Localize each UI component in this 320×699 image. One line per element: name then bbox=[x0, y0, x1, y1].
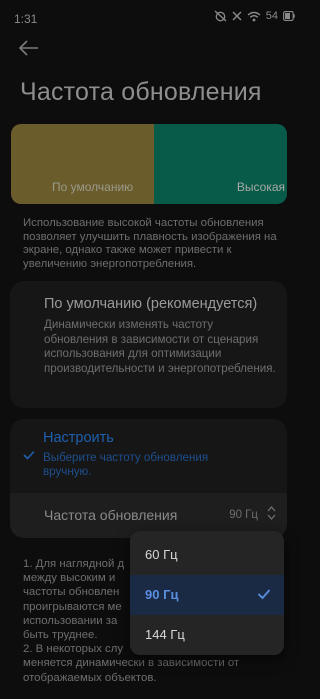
dropdown-option-label: 90 Гц bbox=[145, 587, 179, 602]
battery-level: 54 bbox=[265, 10, 278, 22]
dropdown-option-label: 60 Гц bbox=[145, 547, 178, 562]
x-icon bbox=[232, 11, 242, 21]
dropdown-option-label: 144 Гц bbox=[145, 627, 185, 642]
dropdown-option-144hz[interactable]: 144 Гц bbox=[130, 615, 284, 655]
page-title: Частота обновления bbox=[20, 78, 262, 106]
preview-high-panel: Высокая bbox=[154, 124, 287, 204]
option-custom-subtitle: Выберите частоту обновления вручную. bbox=[43, 451, 209, 478]
description-text: Использование высокой частоты обновления… bbox=[23, 217, 277, 270]
refresh-rate-label: Частота обновления bbox=[44, 507, 178, 523]
check-icon bbox=[23, 447, 35, 465]
wifi-icon bbox=[247, 11, 261, 22]
no-alarm-icon bbox=[214, 10, 227, 22]
refresh-rate-dropdown: 60 Гц 90 Гц 144 Гц bbox=[130, 531, 284, 655]
option-default-card[interactable]: По умолчанию (рекомендуется) Динамически… bbox=[10, 281, 287, 408]
status-time: 1:31 bbox=[14, 12, 38, 26]
status-bar: 1:31 54 bbox=[0, 0, 307, 36]
option-default-description: Динамически изменять частоту обновления … bbox=[44, 318, 276, 375]
preview-high-label: Высокая bbox=[236, 180, 285, 194]
preview-default-panel: По умолчанию bbox=[11, 124, 154, 204]
battery-icon bbox=[283, 11, 295, 21]
dropdown-option-90hz[interactable]: 90 Гц bbox=[130, 575, 284, 615]
refresh-rate-preview: По умолчанию Высокая bbox=[11, 124, 287, 204]
option-custom-title: Настроить bbox=[43, 430, 114, 446]
check-icon bbox=[257, 589, 271, 600]
option-default-title: По умолчанию (рекомендуется) bbox=[44, 296, 258, 312]
preview-default-label: По умолчанию bbox=[52, 180, 134, 194]
footnote-line: отображаемых объектов. bbox=[23, 671, 157, 684]
option-custom-card[interactable]: Настроить Выберите частоту обновления вр… bbox=[10, 419, 287, 538]
back-arrow-icon bbox=[18, 40, 38, 56]
chevron-up-down-icon bbox=[267, 505, 276, 526]
status-icons: 54 bbox=[214, 10, 295, 22]
refresh-rate-value: 90 Гц bbox=[229, 509, 258, 521]
back-button[interactable] bbox=[18, 38, 44, 62]
footnote-line: меняется динамически в зависимости от bbox=[23, 657, 240, 670]
dropdown-option-60hz[interactable]: 60 Гц bbox=[130, 535, 284, 575]
